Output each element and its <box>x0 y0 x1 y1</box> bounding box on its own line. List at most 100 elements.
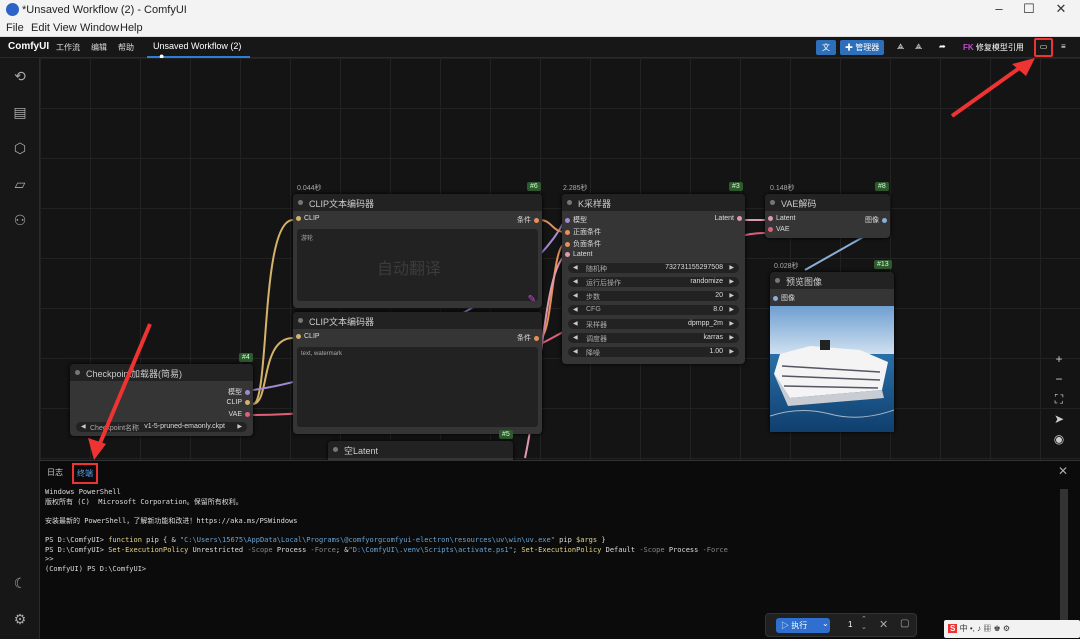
latent-output-slot[interactable]: Latent <box>715 215 745 222</box>
history-icon[interactable]: ⟲ <box>12 68 28 84</box>
queue-icon[interactable]: ▤ <box>12 104 28 120</box>
empty-latent-node[interactable]: 空Latent <box>328 441 513 460</box>
preview-image-node[interactable]: 预览图像 图像 <box>770 272 894 432</box>
node-tree-icon[interactable]: ⚇ <box>12 212 28 228</box>
share-icon[interactable]: ⟁ <box>892 40 909 55</box>
latent-input-slot[interactable]: Latent <box>562 251 592 258</box>
clip-text-encode-node-negative[interactable]: CLIP文本编码器 CLIP 条件 text, watermark <box>293 312 542 434</box>
run-dropdown-chevron-icon[interactable]: ⌄ <box>822 619 829 628</box>
stop-icon[interactable]: ▢ <box>900 618 909 629</box>
negative-input-slot[interactable]: 负面条件 <box>562 239 601 249</box>
model-input-slot[interactable]: 模型 <box>562 215 587 225</box>
checkpoint-loader-node[interactable]: Checkpoint加载器(简易) 模型 CLIP VAE ◀ Checkpoin… <box>70 364 253 436</box>
cruise-ship-preview-image[interactable] <box>770 306 894 432</box>
seed-widget[interactable]: ◀ 随机种 732731155297508 ▶ <box>568 263 739 273</box>
image-output-slot[interactable]: 图像 <box>865 215 890 225</box>
zoom-out-icon[interactable]: − <box>1048 372 1070 390</box>
cfg-widget[interactable]: ◀ CFG 8.0 ▶ <box>568 305 739 315</box>
close-panel-icon[interactable]: ✕ <box>1058 464 1068 478</box>
steps-widget[interactable]: ◀ 步数 20 ▶ <box>568 291 739 301</box>
menu-file[interactable]: File <box>6 22 24 34</box>
node-id-badge: #8 <box>875 182 889 191</box>
node-title[interactable]: 预览图像 <box>770 272 894 289</box>
terminal-scrollbar[interactable] <box>1060 489 1068 621</box>
fit-view-icon[interactable]: ⛶ <box>1048 392 1070 410</box>
menu-help-cn[interactable]: 帮助 <box>118 42 134 53</box>
pointer-icon[interactable]: ➤ <box>1048 412 1070 430</box>
translate-icon[interactable]: 文 <box>816 40 836 55</box>
app-header: ComfyUI 工作流 编辑 帮助 Unsaved Workflow (2) ●… <box>0 37 1080 61</box>
node-time: 0.148秒 <box>770 185 795 192</box>
title-bar: *Unsaved Workflow (2) - ComfyUI – ☐ ✕ <box>0 0 1080 20</box>
conditioning-output-slot[interactable]: 条件 <box>517 333 542 343</box>
ksampler-node[interactable]: K采样器 模型 正面条件 负面条件 Latent Latent ◀ 随机种 7327… <box>562 194 745 364</box>
batch-stepper-icon[interactable]: ⌃ ⌄ <box>861 616 867 632</box>
vae-input-slot[interactable]: VAE <box>765 226 790 233</box>
menu-edit[interactable]: Edit <box>31 22 50 34</box>
puzzle-icon: ✚ <box>845 43 853 52</box>
checkpoint-name-widget[interactable]: ◀ Checkpoint名称 v1-5-pruned-emaonly.ckpt ▶ <box>76 422 247 432</box>
node-id-badge: #5 <box>499 430 513 439</box>
menu-window[interactable]: Window <box>80 22 119 34</box>
clip-output-slot[interactable]: CLIP <box>226 399 253 406</box>
manager-button[interactable]: ✚ 管理器 <box>840 40 885 55</box>
model-output-slot[interactable]: 模型 <box>228 387 253 397</box>
maximize-button[interactable]: ☐ <box>1014 1 1044 19</box>
forward-icon[interactable]: ➦ <box>934 40 951 55</box>
fix-models-button[interactable]: FK 修复模型引用 <box>958 40 1029 55</box>
latent-input-slot[interactable]: Latent <box>765 215 795 222</box>
window-title: *Unsaved Workflow (2) - ComfyUI <box>22 4 187 16</box>
terminal-output[interactable]: Windows PowerShell 版权所有 (C) Microsoft Co… <box>45 488 1055 574</box>
node-title[interactable]: Checkpoint加载器(简易) <box>70 364 253 381</box>
ime-toolbar[interactable]: S 中 •, ♪ ▦ ♚ ⚙ <box>944 620 1080 638</box>
menu-view[interactable]: View <box>53 22 77 34</box>
sogou-logo-icon: S <box>948 624 958 633</box>
sampler-widget[interactable]: ◀ 采样器 dpmpp_2m ▶ <box>568 319 739 329</box>
node-title[interactable]: VAE解码 <box>765 194 890 211</box>
node-title[interactable]: CLIP文本编码器 <box>293 312 542 329</box>
positive-input-slot[interactable]: 正面条件 <box>562 227 601 237</box>
eye-icon[interactable]: ◉ <box>1048 432 1070 450</box>
denoise-widget[interactable]: ◀ 降噪 1.00 ▶ <box>568 347 739 357</box>
hamburger-menu-icon[interactable]: ≡ <box>1056 40 1071 55</box>
node-id-badge: #3 <box>729 182 743 191</box>
node-title[interactable]: CLIP文本编码器 <box>293 194 542 211</box>
cancel-run-icon[interactable]: ✕ <box>879 618 888 631</box>
fix-models-label: 修复模型引用 <box>975 43 1024 52</box>
clip-input-slot[interactable]: CLIP <box>293 333 320 340</box>
batch-count-input[interactable]: 1 <box>848 620 852 629</box>
tab-unsaved-workflow[interactable]: Unsaved Workflow (2) ● <box>147 37 250 61</box>
ime-tray-icons: •, ♪ ▦ ♚ ⚙ <box>969 624 1011 633</box>
close-button[interactable]: ✕ <box>1046 1 1076 19</box>
menu-workflow[interactable]: 工作流 <box>56 42 80 53</box>
vae-decode-node[interactable]: VAE解码 Latent VAE 图像 <box>765 194 890 238</box>
scheduler-widget[interactable]: ◀ 调度器 karras ▶ <box>568 333 739 343</box>
prompt-text: text, watermark <box>301 351 343 357</box>
node-title[interactable]: 空Latent <box>328 441 513 458</box>
translate-wand-icon[interactable]: ✎ <box>528 294 536 305</box>
minimize-button[interactable]: – <box>984 1 1014 19</box>
share-alt-icon[interactable]: ⟁ <box>910 40 927 55</box>
prompt-textarea[interactable]: 游轮 自动翻译 <box>297 229 538 301</box>
tab-terminal[interactable]: 终端 <box>72 463 98 484</box>
conditioning-output-slot[interactable]: 条件 <box>517 215 542 225</box>
menu-help[interactable]: Help <box>120 22 143 34</box>
vae-output-slot[interactable]: VAE <box>229 411 254 418</box>
prompt-textarea[interactable]: text, watermark <box>297 347 538 427</box>
moon-icon[interactable]: ☾ <box>12 575 28 591</box>
settings-gear-icon[interactable]: ⚙ <box>12 611 28 627</box>
zoom-in-icon[interactable]: + <box>1048 352 1070 370</box>
comfyui-logo[interactable]: ComfyUI <box>8 41 49 52</box>
image-input-slot[interactable]: 图像 <box>770 293 795 303</box>
folder-icon[interactable]: ▱ <box>12 176 28 192</box>
tab-logs[interactable]: 日志 <box>47 467 63 478</box>
tab-label: Unsaved Workflow (2) <box>153 41 242 51</box>
node-canvas[interactable]: 0.044秒 #6 CLIP文本编码器 CLIP 条件 游轮 自动翻译 ✎ CL… <box>40 58 1080 460</box>
menu-edit-cn[interactable]: 编辑 <box>91 42 107 53</box>
clip-text-encode-node-positive[interactable]: CLIP文本编码器 CLIP 条件 游轮 自动翻译 ✎ <box>293 194 542 308</box>
cube-icon[interactable]: ⬡ <box>12 140 28 156</box>
node-title[interactable]: K采样器 <box>562 194 745 211</box>
toggle-bottom-panel-icon[interactable]: ▭ <box>1034 38 1053 57</box>
control-after-generate-widget[interactable]: ◀ 运行后操作 randomize ▶ <box>568 277 739 287</box>
clip-input-slot[interactable]: CLIP <box>293 215 320 222</box>
